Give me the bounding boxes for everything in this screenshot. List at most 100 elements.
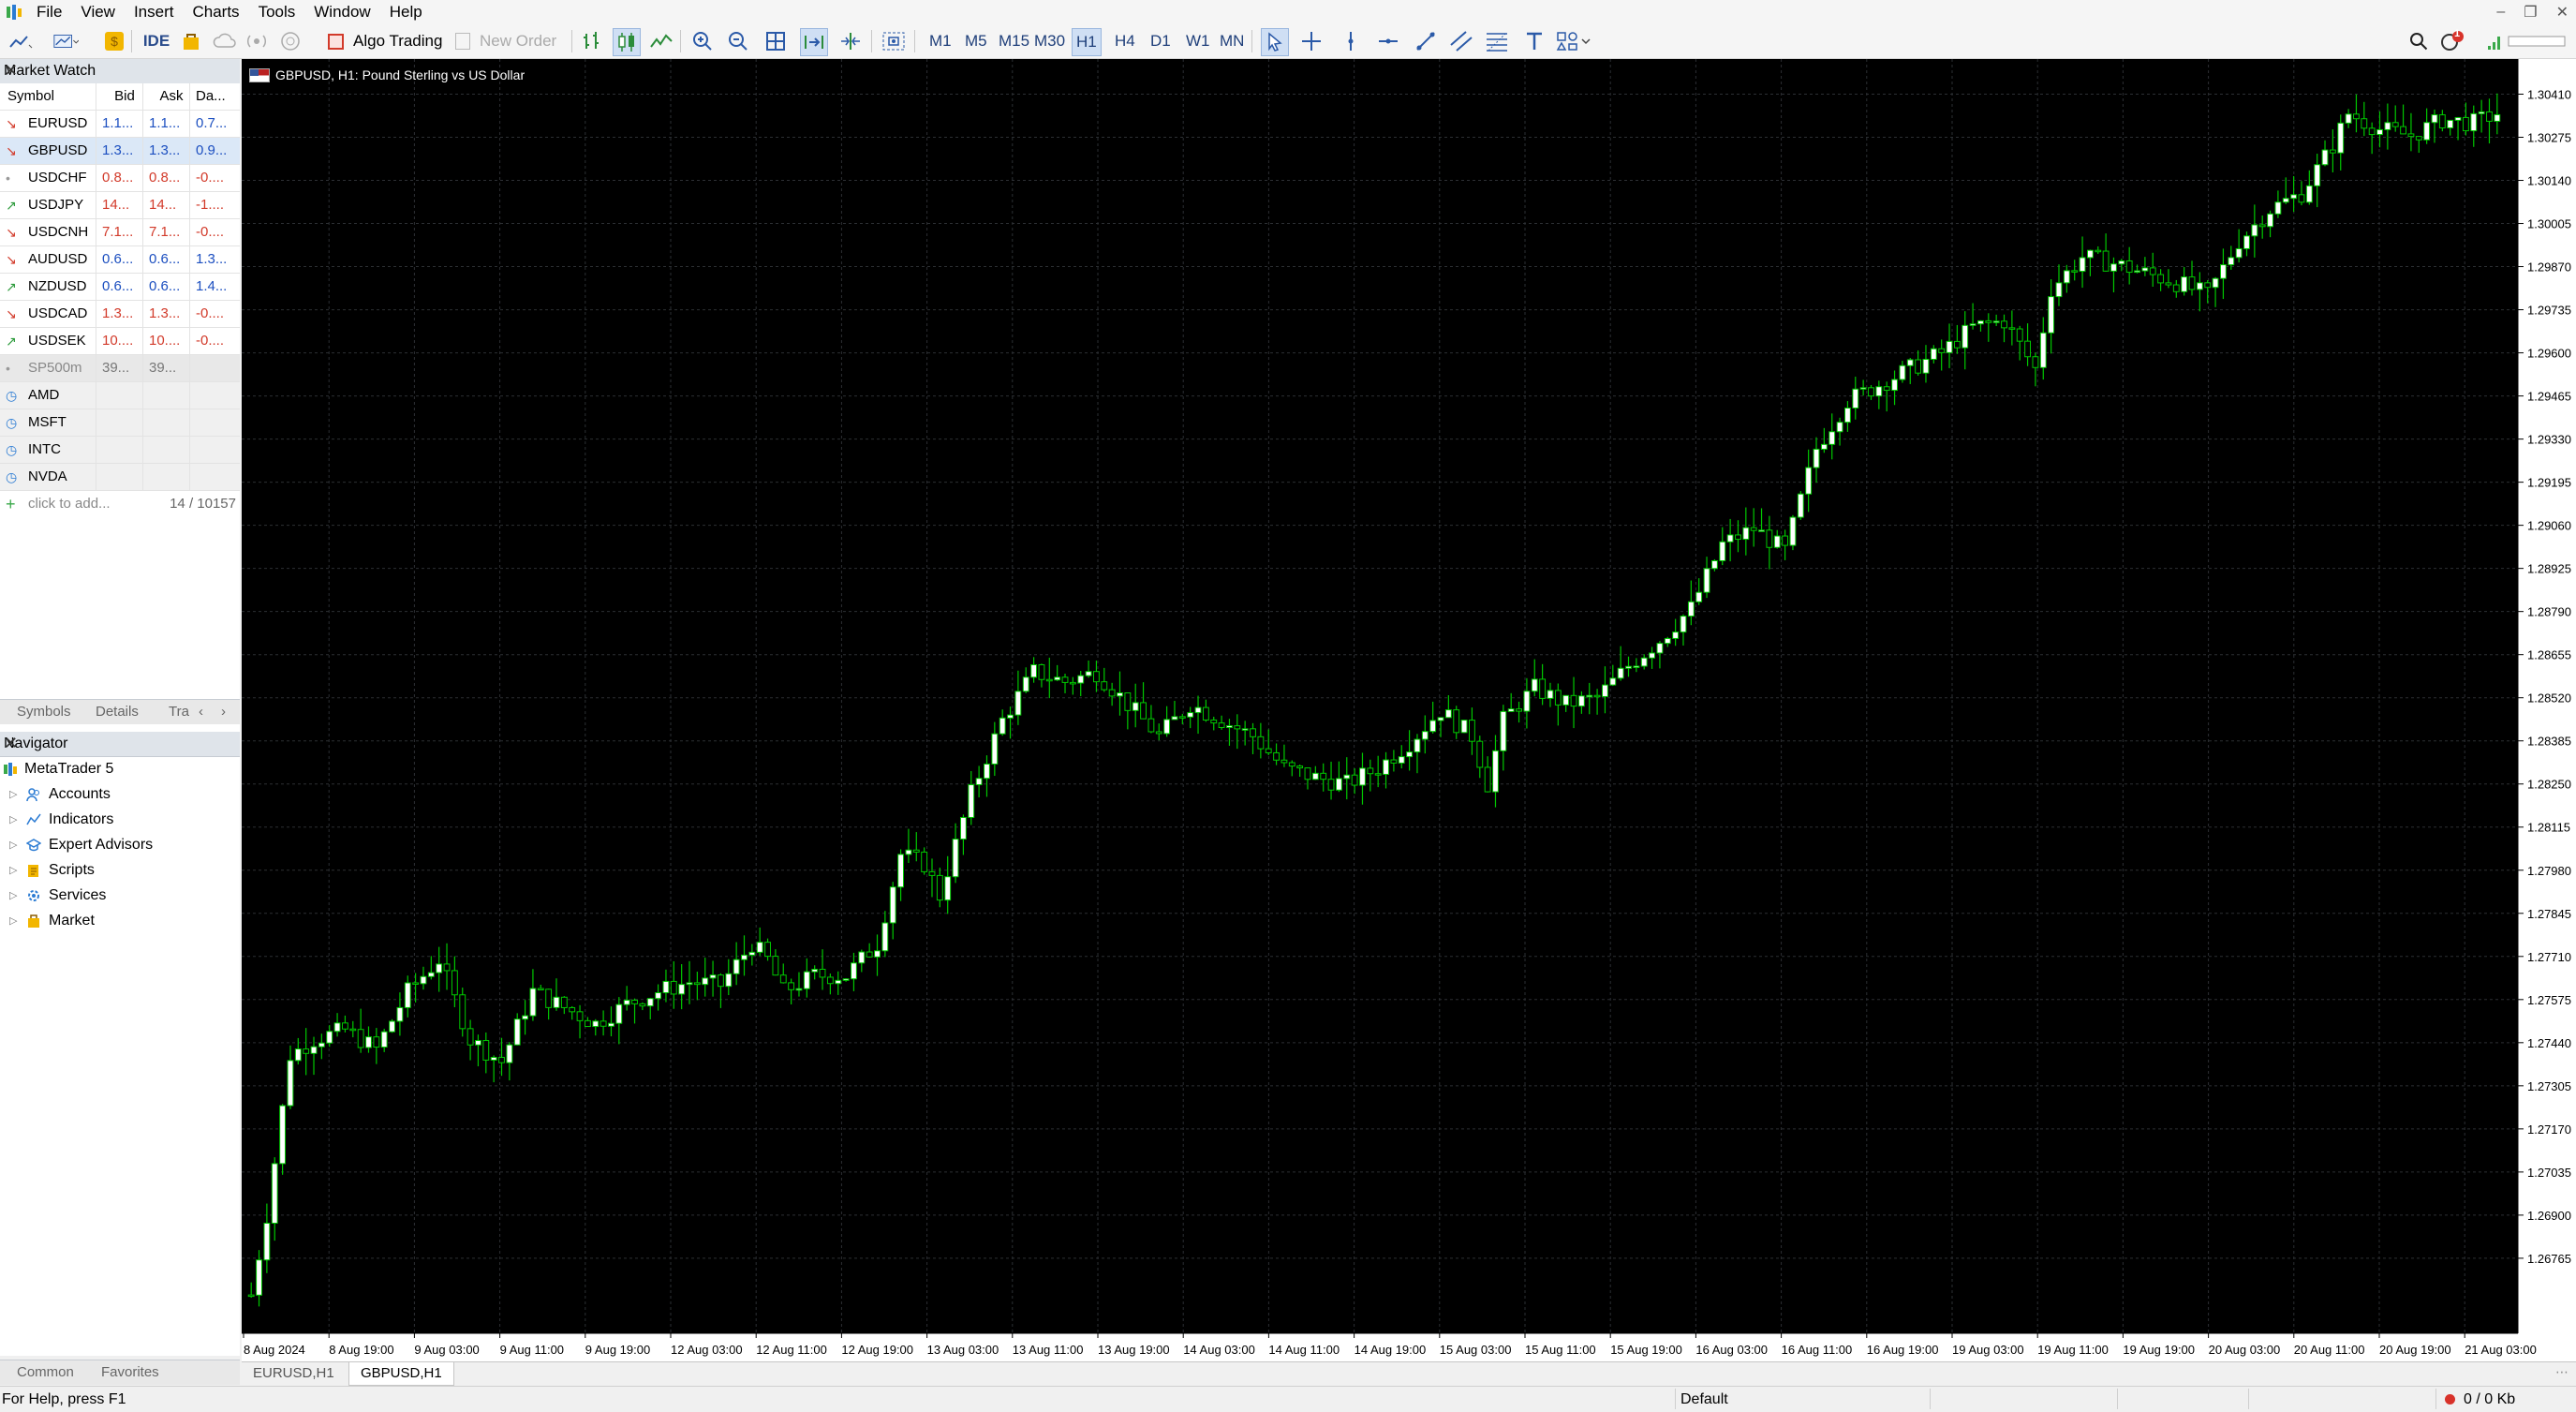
- menu-insert[interactable]: Insert: [131, 0, 190, 24]
- timeframe-m30[interactable]: M30: [1030, 28, 1069, 54]
- cloud-icon[interactable]: [212, 28, 238, 54]
- market-watch-row-intc[interactable]: ◷ INTC: [0, 437, 240, 464]
- new-chart-icon[interactable]: [7, 28, 34, 54]
- menu-view[interactable]: View: [78, 0, 131, 24]
- profiles-icon[interactable]: [52, 28, 79, 54]
- navigator-item-services[interactable]: ▷ Services: [0, 884, 240, 908]
- menu-window[interactable]: Window: [311, 0, 386, 24]
- tab-details[interactable]: Details: [96, 704, 139, 720]
- expand-icon[interactable]: ▷: [9, 909, 17, 933]
- tab-favorites[interactable]: Favorites: [101, 1364, 159, 1380]
- candlestick-chart-icon[interactable]: [613, 28, 641, 56]
- trend-line-icon[interactable]: [1413, 28, 1439, 54]
- market-watch-row-gbpusd[interactable]: ↘ GBPUSD 1.3... 1.3... 0.9...: [0, 138, 240, 165]
- expand-icon[interactable]: ▷: [9, 858, 17, 883]
- navigator-item-scripts[interactable]: ▷ Scripts: [0, 858, 240, 883]
- vertical-line-icon[interactable]: [1338, 28, 1364, 54]
- tab-common[interactable]: Common: [17, 1364, 74, 1380]
- strategy-bag-icon[interactable]: [178, 28, 204, 54]
- candlestick-chart[interactable]: 1.305451.304101.302751.301401.300051.298…: [242, 59, 2576, 1361]
- menu-charts[interactable]: Charts: [189, 0, 255, 24]
- timeframe-m15[interactable]: M15: [995, 28, 1033, 54]
- chart-tab-gbpusd[interactable]: GBPUSD,H1: [348, 1362, 454, 1386]
- status-profile[interactable]: Default: [1680, 1391, 1728, 1408]
- market-watch-row-audusd[interactable]: ↘ AUDUSD 0.6... 0.6... 1.3...: [0, 246, 240, 274]
- navigator-item-expert-advisors[interactable]: ▷ Expert Advisors: [0, 833, 240, 857]
- column-header-symbol[interactable]: Symbol: [7, 83, 73, 110]
- market-watch-row-usdchf[interactable]: • USDCHF 0.8... 0.8... -0....: [0, 165, 240, 192]
- chart-shift-icon[interactable]: [837, 28, 864, 54]
- market-watch-row-msft[interactable]: ◷ MSFT: [0, 409, 240, 437]
- restore-icon[interactable]: ❐: [2524, 3, 2537, 22]
- chart-window[interactable]: 1.305451.304101.302751.301401.300051.298…: [242, 59, 2576, 1361]
- ide-button[interactable]: IDE: [141, 28, 172, 54]
- zoom-out-icon[interactable]: [725, 28, 751, 54]
- timeframe-h1[interactable]: H1: [1072, 28, 1102, 56]
- market-watch-row-amd[interactable]: ◷ AMD: [0, 382, 240, 409]
- vps-icon[interactable]: [277, 28, 303, 54]
- menu-tools[interactable]: Tools: [256, 0, 312, 24]
- candle-body: [928, 870, 936, 876]
- tile-windows-icon[interactable]: [762, 28, 789, 54]
- navigator-item-market[interactable]: ▷ Market: [0, 909, 240, 933]
- signal-icon[interactable]: [244, 28, 270, 54]
- column-header-bid[interactable]: Bid: [96, 83, 147, 110]
- minimize-icon[interactable]: –: [2496, 4, 2505, 21]
- market-watch-row-nzdusd[interactable]: ↗ NZDUSD 0.6... 0.6... 1.4...: [0, 274, 240, 301]
- scroll-right-icon[interactable]: ›: [221, 704, 226, 720]
- auto-scroll-icon[interactable]: [800, 28, 828, 56]
- market-watch-row-usdjpy[interactable]: ↗ USDJPY 14... 14... -1....: [0, 192, 240, 219]
- shapes-menu-icon[interactable]: [1555, 28, 1592, 54]
- timeframe-mn[interactable]: MN: [1216, 28, 1248, 54]
- column-header-daily-change[interactable]: Da...: [189, 83, 241, 110]
- timeframe-h4[interactable]: H4: [1111, 28, 1139, 54]
- search-icon[interactable]: [2406, 28, 2432, 54]
- menu-help[interactable]: Help: [387, 0, 438, 24]
- market-watch-row-eurusd[interactable]: ↘ EURUSD 1.1... 1.1... 0.7...: [0, 111, 240, 138]
- horizontal-line-icon[interactable]: [1375, 28, 1401, 54]
- timeframe-d1[interactable]: D1: [1147, 28, 1175, 54]
- market-watch-row-usdcnh[interactable]: ↘ USDCNH 7.1... 7.1... -0....: [0, 219, 240, 246]
- bar-chart-icon[interactable]: [579, 28, 605, 54]
- equidistant-channel-icon[interactable]: [1448, 28, 1474, 54]
- algo-trading-button[interactable]: Algo Trading: [328, 28, 459, 54]
- crosshair-icon[interactable]: [1298, 28, 1325, 54]
- text-tool-icon[interactable]: [1521, 28, 1547, 54]
- column-header-ask[interactable]: Ask: [142, 83, 194, 110]
- close-window-icon[interactable]: ✕: [2556, 3, 2569, 22]
- chart-tab-eurusd[interactable]: EURUSD,H1: [242, 1362, 346, 1385]
- ask-price: [142, 382, 194, 409]
- timeframe-m1[interactable]: M1: [925, 28, 955, 54]
- notifications-icon[interactable]: 1: [2439, 28, 2465, 54]
- menu-file[interactable]: File: [34, 0, 78, 24]
- resize-grip-icon[interactable]: ⋯: [2555, 1364, 2569, 1380]
- market-watch-row-usdcad[interactable]: ↘ USDCAD 1.3... 1.3... -0....: [0, 301, 240, 328]
- expand-icon[interactable]: ▷: [9, 884, 17, 908]
- screenshot-icon[interactable]: [881, 28, 907, 54]
- add-symbol-row[interactable]: + click to add... 14 / 10157: [0, 491, 240, 517]
- market-watch-row-sp500m[interactable]: • SP500m 39... 39...: [0, 355, 240, 382]
- market-watch-row-nvda[interactable]: ◷ NVDA: [0, 464, 240, 491]
- market-watch-row-usdsek[interactable]: ↗ USDSEK 10.... 10.... -0....: [0, 328, 240, 355]
- expand-icon[interactable]: ▷: [9, 808, 17, 832]
- navigator-item-accounts[interactable]: ▷ Accounts: [0, 782, 240, 807]
- navigator-item-indicators[interactable]: ▷ Indicators: [0, 808, 240, 832]
- close-market-watch-icon[interactable]: ✕: [4, 61, 234, 81]
- expand-icon[interactable]: ▷: [9, 782, 17, 807]
- line-chart-icon[interactable]: [648, 28, 674, 54]
- tab-trading[interactable]: Tra: [169, 704, 189, 720]
- fibonacci-icon[interactable]: [1484, 28, 1510, 54]
- cursor-icon[interactable]: [1261, 28, 1289, 56]
- close-navigator-icon[interactable]: ✕: [4, 734, 234, 753]
- quick-trade-icon[interactable]: $: [101, 28, 127, 54]
- candle-body: [2447, 119, 2454, 129]
- expand-icon[interactable]: ▷: [9, 833, 17, 857]
- timeframe-w1[interactable]: W1: [1182, 28, 1214, 54]
- timeframe-m5[interactable]: M5: [961, 28, 991, 54]
- tab-symbols[interactable]: Symbols: [17, 704, 71, 720]
- zoom-in-icon[interactable]: [689, 28, 716, 54]
- signal-strength-indicator[interactable]: [2484, 28, 2569, 54]
- new-order-button[interactable]: New Order: [455, 28, 568, 54]
- navigator-root[interactable]: MetaTrader 5: [0, 757, 240, 781]
- scroll-left-icon[interactable]: ‹: [199, 704, 203, 720]
